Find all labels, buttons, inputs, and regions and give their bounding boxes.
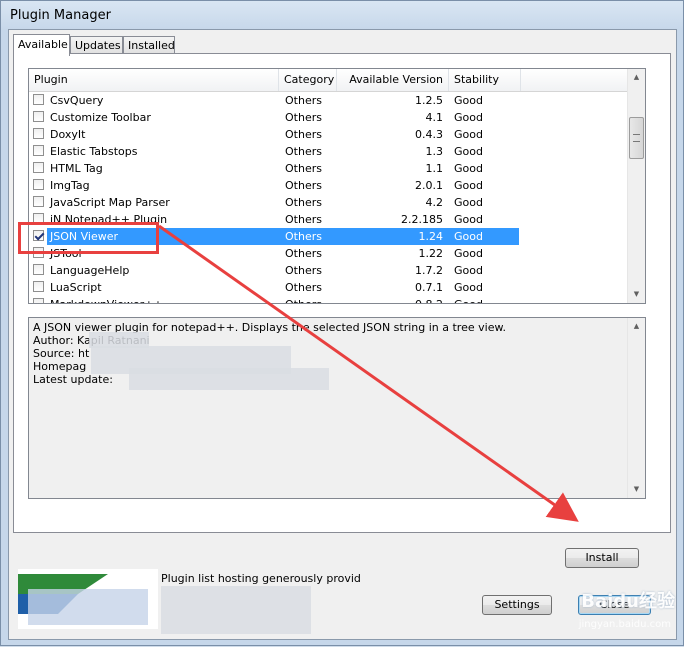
watermark: Baidu经验 — [581, 591, 675, 612]
watermark-url: jingyan.baidu.com — [578, 619, 671, 630]
plugin-manager-window: Plugin Manager Available Updates Install… — [0, 0, 684, 646]
annotation-arrow-icon — [158, 224, 579, 522]
tab-available[interactable]: Available — [13, 34, 70, 56]
